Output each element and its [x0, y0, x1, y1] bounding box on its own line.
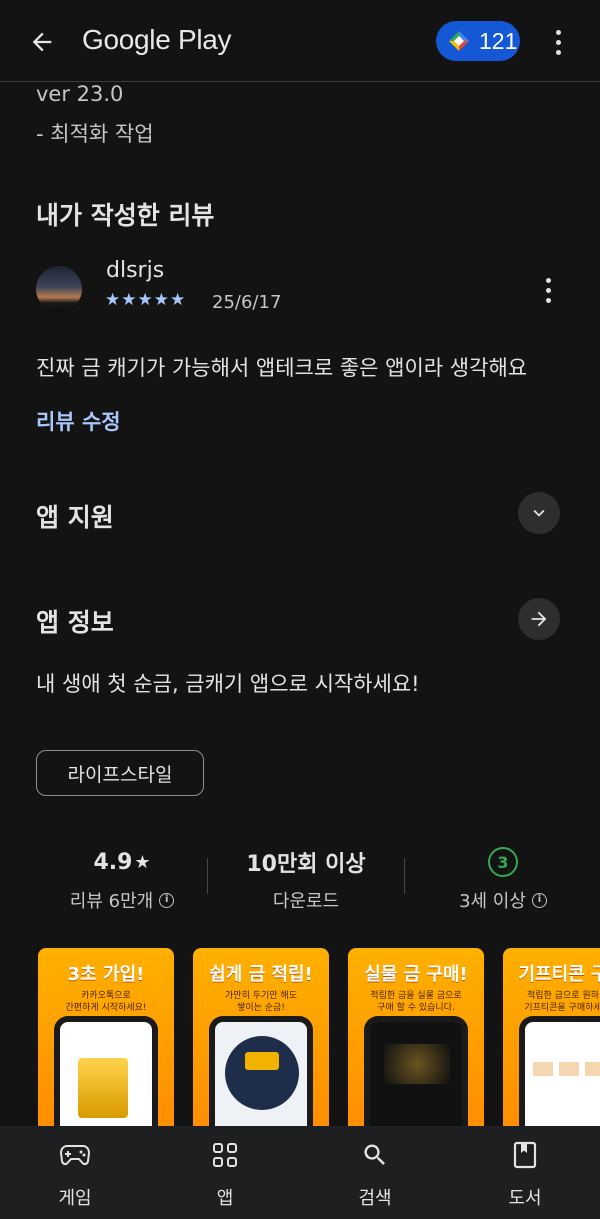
mall-banner-graphic — [384, 1044, 450, 1084]
age-rating-stat[interactable]: 3 3세 이상 i — [418, 845, 588, 913]
play-points-value: 121 — [479, 27, 518, 54]
my-review-title: 내가 작성한 리뷰 — [36, 201, 215, 230]
app-info-open-button[interactable] — [518, 598, 560, 640]
screenshot-subtext: 적립한 금을 실물 금으로 — [370, 991, 462, 1001]
rating-stat[interactable]: 4.9 ★ 리뷰 6만개 i — [37, 845, 207, 913]
downloads-value: 10만회 이상 — [246, 852, 366, 877]
book-icon — [509, 1140, 541, 1170]
stat-divider — [207, 858, 208, 894]
star-rating: ★★★★★ — [105, 290, 187, 310]
chevron-down-icon — [533, 509, 545, 517]
screenshot-subtext: 적립한 금으로 원하 — [527, 991, 599, 1001]
screenshot-2[interactable]: 쉽게 금 적립! 가만히 두기만 해도 쌓이는 순금! — [193, 948, 329, 1138]
reviewer-name: dlsrjs — [106, 258, 165, 283]
screenshot-subtext: 쌓이는 순금! — [237, 1003, 285, 1013]
screenshot-headline: 기프티콘 구 — [518, 964, 600, 985]
phone-mockup — [209, 1016, 313, 1138]
version-text: ver 23.0 — [36, 82, 124, 106]
screenshot-headline: 실물 금 구매! — [364, 964, 468, 985]
screenshot-1[interactable]: 3초 가입! 카카오톡으로 간편하게 시작하세요! — [38, 948, 174, 1138]
age-rating-label: 3세 이상 — [459, 891, 526, 912]
phone-mockup — [519, 1016, 600, 1138]
screenshot-headline: 쉽게 금 적립! — [209, 964, 313, 985]
more-vert-icon — [555, 29, 561, 35]
play-points-icon — [449, 31, 469, 51]
nav-books[interactable]: 도서 — [450, 1126, 600, 1219]
nav-search[interactable]: 검색 — [300, 1126, 450, 1219]
downloads-label: 다운로드 — [272, 891, 340, 912]
app-info-title: 앱 정보 — [36, 608, 114, 637]
arrow-forward-icon — [531, 611, 547, 627]
nav-label: 검색 — [358, 1188, 392, 1209]
age-rating-badge: 3 — [488, 847, 518, 877]
review-count: 리뷰 6만개 — [69, 891, 154, 912]
bottom-navigation: 게임 앱 검색 도서 — [0, 1126, 600, 1219]
stat-divider — [404, 858, 405, 894]
review-more-button[interactable] — [536, 272, 560, 308]
screenshot-headline: 3초 가입! — [67, 964, 145, 985]
screenshot-subtext: 카카오톡으로 — [81, 991, 131, 1001]
nav-apps[interactable]: 앱 — [150, 1126, 300, 1219]
play-points-badge[interactable]: 121 — [436, 21, 520, 61]
star-icon: ★ — [134, 851, 151, 873]
info-icon: i — [159, 892, 175, 908]
screenshot-subtext: 간편하게 시작하세요! — [65, 1003, 147, 1013]
arrow-back-icon — [32, 32, 52, 52]
google-play-title: Google Play — [82, 24, 232, 55]
phone-mockup — [364, 1016, 468, 1138]
edit-review-link[interactable]: 리뷰 수정 — [36, 406, 121, 436]
screenshot-subtext: 가만히 두기만 해도 — [225, 991, 297, 1001]
gold-bars-image — [78, 1058, 128, 1118]
app-description: 내 생애 첫 순금, 금캐기 앱으로 시작하세요! — [36, 672, 420, 696]
screenshot-subtext: 구매 할 수 있습니다. — [377, 1003, 455, 1013]
info-icon: i — [531, 892, 547, 908]
app-support-expand-button[interactable] — [518, 492, 560, 534]
review-date: 25/6/17 — [212, 292, 282, 313]
screenshot-subtext: 기프티콘을 구매하세 — [524, 1003, 600, 1013]
nav-label: 게임 — [58, 1188, 92, 1209]
avatar — [36, 266, 82, 312]
gamepad-icon — [59, 1140, 91, 1170]
update-note: - 최적화 작업 — [36, 122, 154, 146]
downloads-stat: 10만회 이상 다운로드 — [221, 845, 391, 913]
category-chip[interactable]: 라이프스타일 — [36, 750, 204, 796]
apps-grid-icon — [209, 1140, 241, 1170]
rating-value: 4.9 — [93, 849, 133, 875]
app-support-title: 앱 지원 — [36, 503, 114, 532]
top-app-bar: Google Play 121 — [0, 0, 600, 82]
screenshot-3[interactable]: 실물 금 구매! 적립한 금을 실물 금으로 구매 할 수 있습니다. — [348, 948, 484, 1138]
back-button[interactable] — [22, 22, 62, 62]
more-vert-icon — [545, 277, 551, 283]
gold-mining-graphic — [225, 1036, 299, 1110]
nav-label: 도서 — [508, 1188, 542, 1209]
nav-games[interactable]: 게임 — [0, 1126, 150, 1219]
phone-mockup — [54, 1016, 158, 1138]
review-text: 진짜 금 캐기가 가능해서 앱테크로 좋은 앱이라 생각해요 — [36, 356, 528, 380]
more-options-button[interactable] — [546, 24, 570, 60]
screenshot-4[interactable]: 기프티콘 구 적립한 금으로 원하 기프티콘을 구매하세 — [503, 948, 600, 1138]
search-icon — [359, 1140, 391, 1170]
nav-label: 앱 — [216, 1188, 234, 1209]
